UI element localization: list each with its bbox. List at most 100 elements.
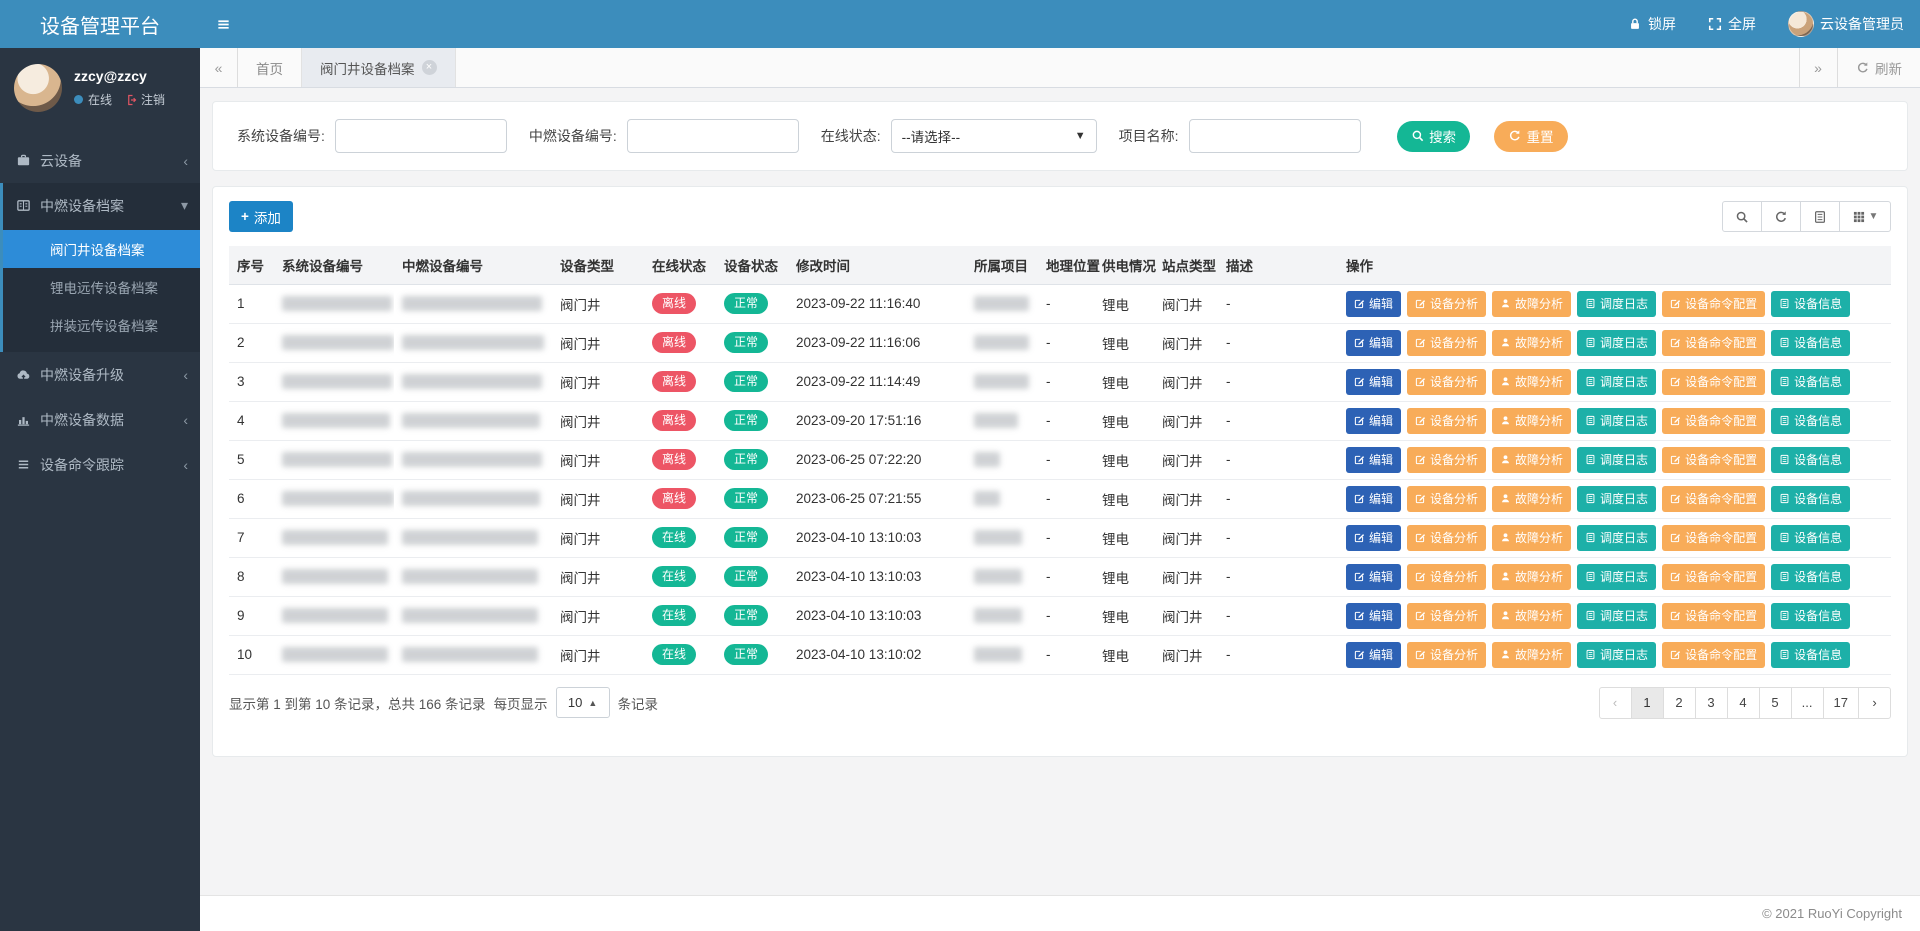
row-action-1[interactable]: 设备分析 bbox=[1407, 603, 1486, 629]
row-action-4[interactable]: 设备命令配置 bbox=[1662, 642, 1765, 668]
row-action-0[interactable]: 编辑 bbox=[1346, 525, 1401, 551]
row-action-2[interactable]: 故障分析 bbox=[1492, 603, 1571, 629]
row-action-3[interactable]: 调度日志 bbox=[1577, 369, 1656, 395]
table-refresh-button[interactable] bbox=[1761, 201, 1801, 232]
row-action-1[interactable]: 设备分析 bbox=[1407, 408, 1486, 434]
row-action-0[interactable]: 编辑 bbox=[1346, 369, 1401, 395]
column-header-8[interactable]: 地理位置 bbox=[1038, 246, 1094, 284]
column-header-3[interactable]: 设备类型 bbox=[552, 246, 644, 284]
sidebar-item-0[interactable]: 云设备‹ bbox=[3, 138, 200, 183]
row-action-0[interactable]: 编辑 bbox=[1346, 564, 1401, 590]
page-button-3[interactable]: 3 bbox=[1695, 687, 1728, 719]
row-action-1[interactable]: 设备分析 bbox=[1407, 642, 1486, 668]
row-action-0[interactable]: 编辑 bbox=[1346, 330, 1401, 356]
row-action-2[interactable]: 故障分析 bbox=[1492, 486, 1571, 512]
tab-refresh-button[interactable]: 刷新 bbox=[1837, 48, 1920, 87]
tab-close-icon[interactable]: × bbox=[422, 60, 437, 75]
sidebar-toggle-button[interactable] bbox=[200, 0, 246, 48]
table-detail-view-button[interactable] bbox=[1800, 201, 1840, 232]
row-action-1[interactable]: 设备分析 bbox=[1407, 369, 1486, 395]
app-logo[interactable]: 设备管理平台 bbox=[0, 0, 200, 48]
sidebar-subitem-1-2[interactable]: 拼装远传设备档案 bbox=[3, 306, 200, 344]
row-action-4[interactable]: 设备命令配置 bbox=[1662, 447, 1765, 473]
sidebar-item-2[interactable]: 中燃设备升级‹ bbox=[3, 352, 200, 397]
row-action-0[interactable]: 编辑 bbox=[1346, 291, 1401, 317]
tab-1[interactable]: 阀门井设备档案× bbox=[302, 48, 456, 87]
add-button[interactable]: + 添加 bbox=[229, 201, 293, 232]
table-row[interactable]: 10 阀门井 在线 正常 2023-04-10 13:10:02 - 锂电 阀门… bbox=[229, 635, 1891, 674]
row-action-5[interactable]: 设备信息 bbox=[1771, 564, 1850, 590]
row-action-2[interactable]: 故障分析 bbox=[1492, 291, 1571, 317]
column-header-9[interactable]: 供电情况 bbox=[1094, 246, 1154, 284]
cn-device-no-input[interactable] bbox=[627, 119, 799, 153]
logout-button[interactable]: 注销 bbox=[125, 91, 165, 108]
row-action-0[interactable]: 编辑 bbox=[1346, 408, 1401, 434]
row-action-3[interactable]: 调度日志 bbox=[1577, 525, 1656, 551]
lock-screen-button[interactable]: 锁屏 bbox=[1612, 0, 1692, 48]
row-action-3[interactable]: 调度日志 bbox=[1577, 564, 1656, 590]
sidebar-item-1[interactable]: 中燃设备档案▾ bbox=[3, 183, 200, 228]
row-action-0[interactable]: 编辑 bbox=[1346, 447, 1401, 473]
sidebar-subitem-1-1[interactable]: 锂电远传设备档案 bbox=[3, 268, 200, 306]
row-action-4[interactable]: 设备命令配置 bbox=[1662, 564, 1765, 590]
tabs-scroll-right-button[interactable]: » bbox=[1799, 48, 1837, 87]
row-action-1[interactable]: 设备分析 bbox=[1407, 564, 1486, 590]
search-button[interactable]: 搜索 bbox=[1397, 121, 1471, 152]
row-action-5[interactable]: 设备信息 bbox=[1771, 486, 1850, 512]
sidebar-item-4[interactable]: 设备命令跟踪‹ bbox=[3, 442, 200, 487]
row-action-1[interactable]: 设备分析 bbox=[1407, 291, 1486, 317]
fullscreen-button[interactable]: 全屏 bbox=[1692, 0, 1772, 48]
row-action-5[interactable]: 设备信息 bbox=[1771, 369, 1850, 395]
row-action-2[interactable]: 故障分析 bbox=[1492, 525, 1571, 551]
row-action-3[interactable]: 调度日志 bbox=[1577, 408, 1656, 434]
row-action-4[interactable]: 设备命令配置 bbox=[1662, 603, 1765, 629]
sys-device-no-input[interactable] bbox=[335, 119, 507, 153]
column-header-5[interactable]: 设备状态 bbox=[716, 246, 788, 284]
page-button-5[interactable]: 5 bbox=[1759, 687, 1792, 719]
row-action-1[interactable]: 设备分析 bbox=[1407, 447, 1486, 473]
row-action-3[interactable]: 调度日志 bbox=[1577, 486, 1656, 512]
column-header-7[interactable]: 所属项目 bbox=[966, 246, 1038, 284]
table-row[interactable]: 2 阀门井 离线 正常 2023-09-22 11:16:06 - 锂电 阀门井… bbox=[229, 323, 1891, 362]
column-header-1[interactable]: 系统设备编号 bbox=[274, 246, 394, 284]
project-name-input[interactable] bbox=[1189, 119, 1361, 153]
table-columns-button[interactable]: ▼ bbox=[1839, 201, 1891, 232]
row-action-2[interactable]: 故障分析 bbox=[1492, 408, 1571, 434]
row-action-1[interactable]: 设备分析 bbox=[1407, 525, 1486, 551]
row-action-2[interactable]: 故障分析 bbox=[1492, 642, 1571, 668]
row-action-2[interactable]: 故障分析 bbox=[1492, 330, 1571, 356]
row-action-3[interactable]: 调度日志 bbox=[1577, 330, 1656, 356]
table-row[interactable]: 8 阀门井 在线 正常 2023-04-10 13:10:03 - 锂电 阀门井… bbox=[229, 557, 1891, 596]
row-action-3[interactable]: 调度日志 bbox=[1577, 603, 1656, 629]
page-button-...[interactable]: ... bbox=[1791, 687, 1824, 719]
row-action-5[interactable]: 设备信息 bbox=[1771, 408, 1850, 434]
column-header-0[interactable]: 序号 bbox=[229, 246, 274, 284]
user-menu[interactable]: 云设备管理员 bbox=[1772, 0, 1920, 48]
table-search-toggle-button[interactable] bbox=[1722, 201, 1762, 232]
row-action-3[interactable]: 调度日志 bbox=[1577, 642, 1656, 668]
row-action-2[interactable]: 故障分析 bbox=[1492, 369, 1571, 395]
table-row[interactable]: 7 阀门井 在线 正常 2023-04-10 13:10:03 - 锂电 阀门井… bbox=[229, 518, 1891, 557]
row-action-4[interactable]: 设备命令配置 bbox=[1662, 291, 1765, 317]
page-button-17[interactable]: 17 bbox=[1823, 687, 1859, 719]
tab-0[interactable]: 首页 bbox=[238, 48, 302, 87]
online-status-select[interactable]: --请选择--▼ bbox=[891, 119, 1097, 153]
row-action-4[interactable]: 设备命令配置 bbox=[1662, 330, 1765, 356]
row-action-0[interactable]: 编辑 bbox=[1346, 642, 1401, 668]
row-action-0[interactable]: 编辑 bbox=[1346, 486, 1401, 512]
row-action-4[interactable]: 设备命令配置 bbox=[1662, 369, 1765, 395]
column-header-10[interactable]: 站点类型 bbox=[1154, 246, 1218, 284]
table-row[interactable]: 9 阀门井 在线 正常 2023-04-10 13:10:03 - 锂电 阀门井… bbox=[229, 596, 1891, 635]
row-action-5[interactable]: 设备信息 bbox=[1771, 603, 1850, 629]
tabs-scroll-left-button[interactable]: « bbox=[200, 48, 238, 87]
page-button-1[interactable]: 1 bbox=[1631, 687, 1664, 719]
sidebar-item-3[interactable]: 中燃设备数据‹ bbox=[3, 397, 200, 442]
table-row[interactable]: 4 阀门井 离线 正常 2023-09-20 17:51:16 - 锂电 阀门井… bbox=[229, 401, 1891, 440]
row-action-0[interactable]: 编辑 bbox=[1346, 603, 1401, 629]
row-action-5[interactable]: 设备信息 bbox=[1771, 330, 1850, 356]
row-action-1[interactable]: 设备分析 bbox=[1407, 486, 1486, 512]
table-row[interactable]: 1 阀门井 离线 正常 2023-09-22 11:16:40 - 锂电 阀门井… bbox=[229, 284, 1891, 323]
row-action-5[interactable]: 设备信息 bbox=[1771, 642, 1850, 668]
page-size-select[interactable]: 10 ▲ bbox=[556, 687, 610, 718]
row-action-4[interactable]: 设备命令配置 bbox=[1662, 525, 1765, 551]
